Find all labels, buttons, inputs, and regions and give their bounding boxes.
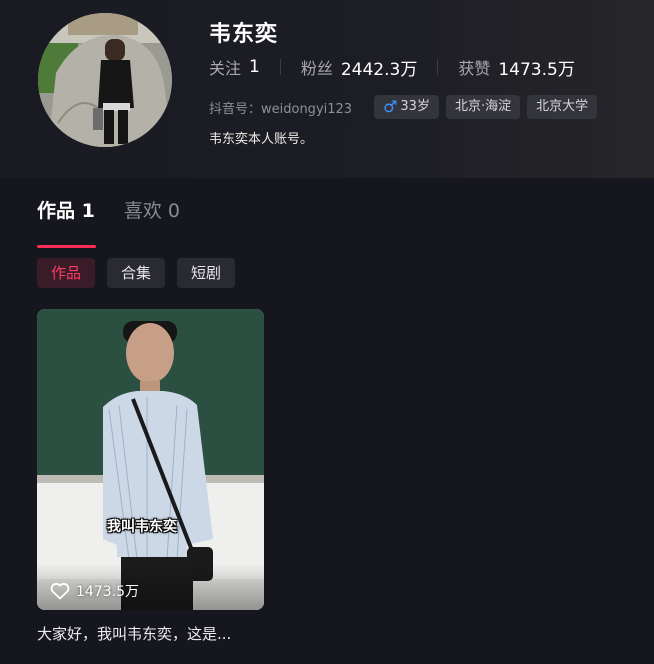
profile-header: 韦东奕 关注 1 粉丝 2442.3万 获赞 1473.5万 抖音号：weido… [0, 0, 654, 178]
avatar-photo [38, 13, 172, 147]
profile-stats: 关注 1 粉丝 2442.3万 获赞 1473.5万 [209, 55, 575, 80]
stat-divider [437, 59, 439, 75]
heart-outline-icon [50, 582, 70, 600]
following-label[interactable]: 关注 [209, 55, 241, 79]
stat-divider [279, 59, 281, 75]
profile-bio: 韦东奕本人账号。 [209, 132, 314, 147]
likes-received-label[interactable]: 获赞 [458, 55, 490, 79]
profile-meta: 抖音号：weidongyi123 ♂ 33岁 北京·海淀 北京大学 [209, 95, 604, 119]
following-count[interactable]: 1 [249, 57, 260, 77]
tab-likes-label: 喜欢 0 [123, 200, 180, 222]
chip-collections[interactable]: 合集 [107, 258, 166, 288]
active-tab-indicator [37, 245, 96, 248]
chip-works[interactable]: 作品 [37, 258, 96, 288]
profile-nickname: 韦东奕 [209, 22, 279, 47]
douyin-id: 抖音号：weidongyi123 [209, 101, 353, 117]
content-tabs: 作品 1 喜欢 0 [37, 196, 209, 248]
tab-works-label: 作品 1 [37, 200, 95, 222]
likes-received-count[interactable]: 1473.5万 [498, 55, 574, 80]
followers-count[interactable]: 2442.3万 [341, 55, 417, 80]
tab-works[interactable]: 作品 1 [37, 196, 96, 248]
avatar[interactable] [38, 13, 172, 147]
chip-short-dramas[interactable]: 短剧 [177, 258, 236, 288]
location-tag: 北京·海淀 [445, 95, 521, 119]
male-icon: ♂ [383, 97, 398, 116]
video-title[interactable]: 大家好，我叫韦东奕，这是... [37, 623, 231, 644]
video-likes-count: 1473.5万 [76, 584, 139, 600]
video-thumbnail [37, 309, 264, 610]
school-tag: 北京大学 [527, 95, 598, 119]
age-text: 33岁 [400, 99, 430, 114]
followers-label[interactable]: 粉丝 [301, 55, 333, 79]
works-filter-chips: 作品 合集 短剧 [37, 258, 247, 288]
video-card[interactable]: 我叫韦东奕 1473.5万 [37, 309, 264, 610]
tab-likes[interactable]: 喜欢 0 [124, 196, 180, 237]
video-likes: 1473.5万 [50, 581, 139, 601]
video-caption-overlay: 我叫韦东奕 [107, 519, 177, 535]
age-tag: ♂ 33岁 [374, 95, 439, 119]
